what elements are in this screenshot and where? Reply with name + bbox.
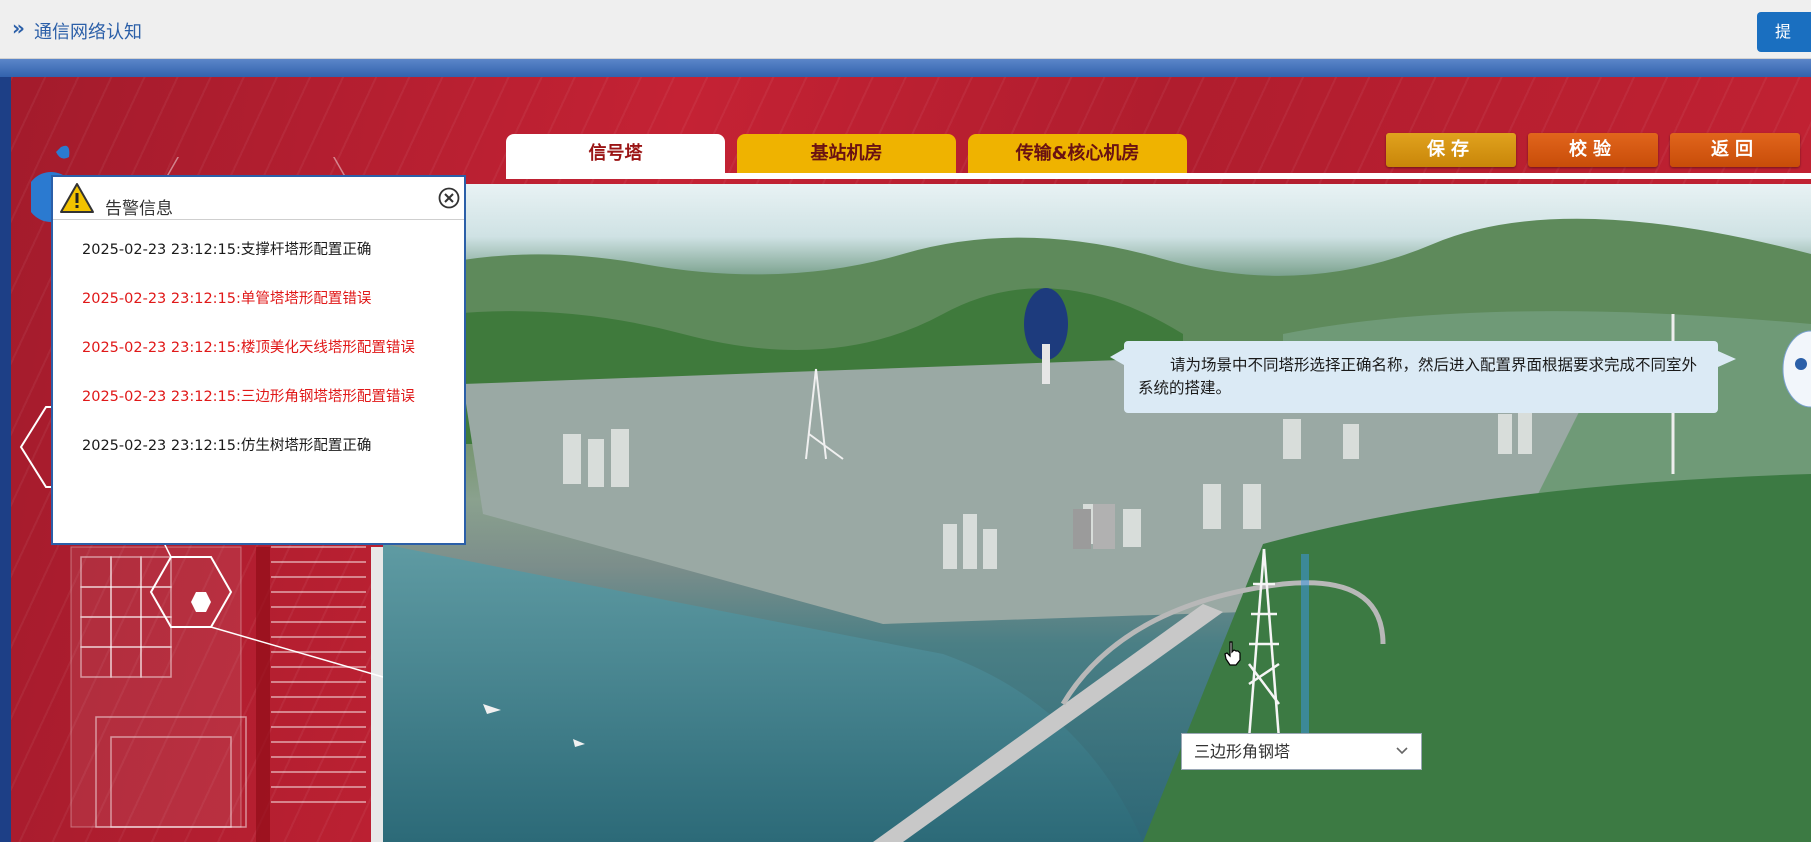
alert-dialog: 告警信息 2025-02-23 23:12:15:支撑杆塔形配置正确 2025-… [51, 175, 466, 545]
alert-item: 2025-02-23 23:12:15:单管塔塔形配置错误 [82, 291, 372, 307]
tab-base-station-room[interactable]: 基站机房 [737, 134, 956, 174]
chevron-down-icon [1396, 747, 1408, 755]
alert-header: 告警信息 [53, 177, 464, 220]
alert-list: 2025-02-23 23:12:15:支撑杆塔形配置正确 2025-02-23… [53, 220, 464, 471]
alert-item: 2025-02-23 23:12:15:楼顶美化天线塔形配置错误 [82, 340, 415, 356]
tower-type-value: 三边形角钢塔 [1194, 742, 1291, 761]
tab-underline [506, 173, 1811, 179]
back-button[interactable]: 返回 [1670, 133, 1800, 167]
tab-transmission-core-room[interactable]: 传输&核心机房 [968, 134, 1187, 174]
alert-item: 2025-02-23 23:12:15:三边形角钢塔塔形配置错误 [82, 389, 415, 405]
warning-icon [60, 183, 94, 213]
tab-signal-tower[interactable]: 信号塔 [506, 134, 725, 174]
alert-item: 2025-02-23 23:12:15:支撑杆塔形配置正确 [82, 242, 372, 258]
check-button[interactable]: 校验 [1528, 133, 1658, 167]
page-title: 通信网络认知 [34, 22, 142, 43]
submit-button[interactable]: 提 [1757, 12, 1811, 52]
alert-title: 告警信息 [105, 199, 173, 219]
save-button[interactable]: 保存 [1386, 133, 1516, 167]
tower-type-select[interactable]: 三边形角钢塔 [1181, 733, 1422, 770]
city-scene-image [383, 184, 1811, 842]
top-bar: » 通信网络认知 提 [0, 0, 1811, 59]
alert-item: 2025-02-23 23:12:15:仿生树塔形配置正确 [82, 438, 372, 454]
hint-text: 请为场景中不同塔形选择正确名称，然后进入配置界面根据要求完成不同室外系统的搭建。 [1138, 356, 1698, 397]
header-band [0, 59, 1811, 77]
hand-cursor-icon [1224, 641, 1241, 666]
close-icon[interactable] [438, 187, 460, 209]
hint-bubble: 请为场景中不同塔形选择正确名称，然后进入配置界面根据要求完成不同室外系统的搭建。 [1110, 341, 1736, 413]
breadcrumb-chevron-icon: » [12, 16, 25, 40]
